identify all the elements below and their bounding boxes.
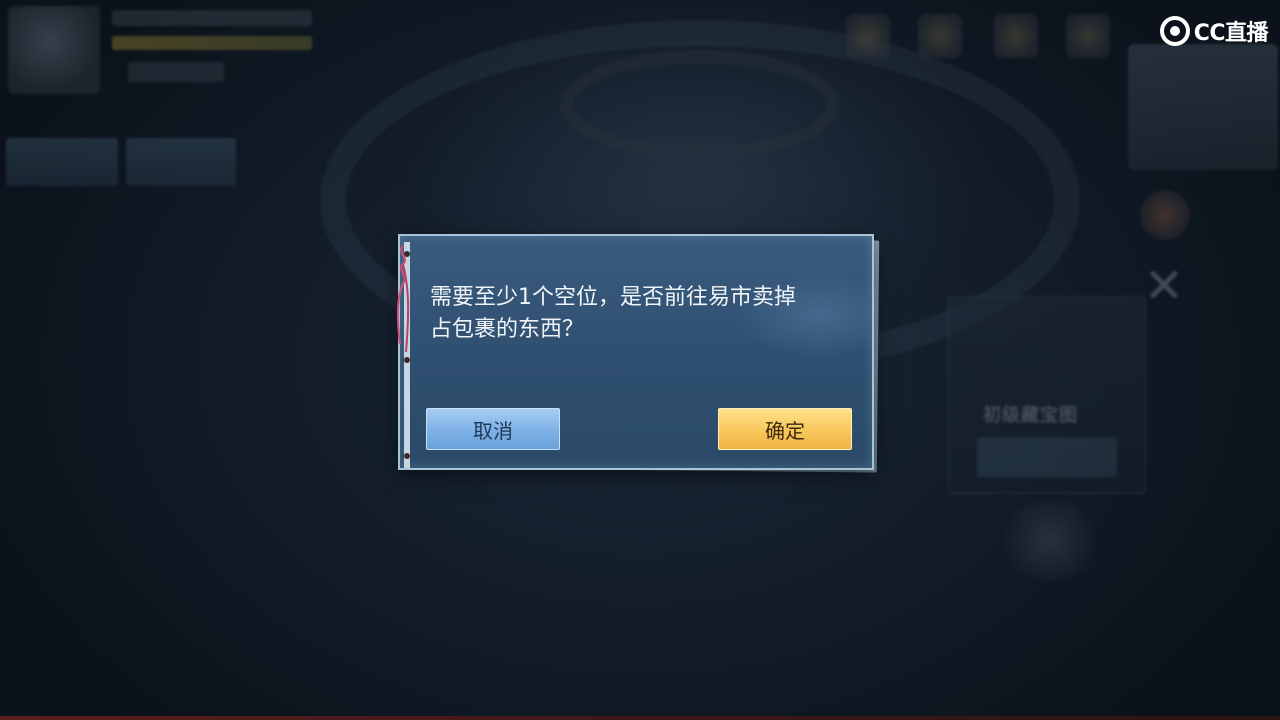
cc-live-watermark: CC直播 — [1159, 14, 1269, 48]
top-menu-icon — [846, 14, 890, 58]
game-screen: ✕ 初级藏宝图 CC直播 需要至少1个空位，是否前往易市卖掉 占包裹的东西？ 取… — [0, 0, 1280, 720]
dialog-message: 需要至少1个空位，是否前往易市卖掉 占包裹的东西？ — [430, 282, 860, 346]
player-hp-bar — [112, 36, 312, 50]
top-menu-icon — [1066, 14, 1110, 58]
player-name-bar — [112, 10, 312, 26]
side-item-icon — [1140, 190, 1190, 240]
treasure-map-panel: 初级藏宝图 — [948, 296, 1146, 494]
treasure-map-label: 初级藏宝图 — [983, 405, 1078, 426]
cancel-button[interactable]: 取消 — [426, 408, 560, 450]
skill-glow — [990, 500, 1110, 580]
top-menu-icon — [918, 14, 962, 58]
player-level-chip — [128, 62, 224, 82]
watermark-text: CC直播 — [1193, 21, 1269, 46]
treasure-map-button — [977, 437, 1117, 477]
cc-logo-icon — [1159, 16, 1190, 46]
confirm-dialog: 需要至少1个空位，是否前往易市卖掉 占包裹的东西？ 取消 确定 — [392, 234, 888, 473]
bottom-border — [0, 716, 1280, 720]
dialog-message-line: 占包裹的东西？ — [430, 317, 585, 342]
hud-tab-right — [126, 138, 236, 186]
dialog-message-line: 需要至少1个空位，是否前往易市卖掉 — [430, 285, 796, 310]
ribbon-icon — [396, 245, 410, 353]
side-card — [1128, 44, 1278, 170]
hud-tab-left — [6, 138, 118, 186]
dialog-panel: 需要至少1个空位，是否前往易市卖掉 占包裹的东西？ 取消 确定 — [396, 234, 874, 470]
top-menu-icon — [994, 14, 1038, 58]
player-portrait — [8, 6, 100, 94]
background-inner-ring — [560, 50, 840, 160]
confirm-button[interactable]: 确定 — [718, 408, 852, 450]
close-icon: ✕ — [1143, 258, 1185, 314]
